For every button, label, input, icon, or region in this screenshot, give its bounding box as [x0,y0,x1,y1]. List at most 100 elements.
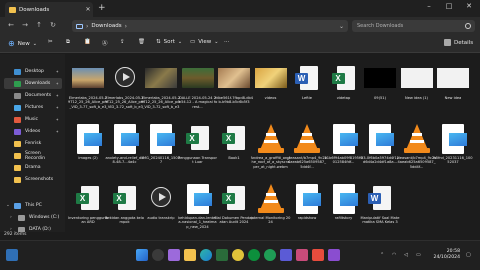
spotify-icon[interactable] [248,249,260,261]
sidebar-item-label: Screen Recordin [24,150,46,161]
file-item[interactable]: anxiety-and-relief_db8-48-7...4a4c [105,120,145,182]
image-thumbnail [332,184,358,214]
maximize-button[interactable]: □ [442,2,456,10]
refresh-icon[interactable]: ↻ [48,21,58,29]
new-tab-button[interactable]: + [98,3,106,13]
search-box[interactable]: Search Downloads [352,20,475,32]
sidebar-item-drama[interactable]: Drama [4,162,62,173]
app-icon[interactable] [312,249,324,261]
chevron-right-icon[interactable]: › [10,215,12,220]
monitor-icon [76,23,83,29]
store-icon[interactable] [216,249,228,261]
file-item[interactable]: pleasant/b7mp4_9c2b4aeab625a6509587_5dd4… [287,120,327,182]
tab-downloads[interactable]: Downloads ✕ [5,2,93,17]
back-icon[interactable]: ← [6,21,16,29]
file-explorer-icon[interactable] [184,249,196,261]
cut-icon[interactable]: ✂ [48,39,53,45]
excel-thumbnail: X [109,184,141,214]
clock[interactable]: 20:58 24/10/2024 [434,249,460,261]
sidebar-item-label: Drama [25,165,41,170]
sort-icon: ⇅ [156,39,161,45]
sidebar-item-desktop[interactable]: Desktop ✦ [4,66,62,77]
whatsapp-icon[interactable] [264,249,276,261]
share-icon[interactable]: ⇪ [120,39,125,45]
file-item[interactable]: W Leftie [287,60,327,122]
sidebar-item-downloads[interactable]: Downloads ✦ [4,78,62,89]
app-icon[interactable] [280,249,292,261]
task-view-icon[interactable] [168,249,180,261]
app-icon[interactable] [328,249,340,261]
file-name: Leftie [302,96,312,100]
app-icon[interactable] [296,249,308,261]
sidebar-item-music[interactable]: Music ✦ [4,114,62,125]
command-bar: ⊕ New ⌄ ✂ ⧉ 📋 Ⓐ ⇪ 🗑 ⇅ Sort ⌄ ▭ View ⌄ ··… [0,35,480,53]
file-name: Elmerlabs_2024-05-29T12_25_26_Alice_pre_… [68,96,108,109]
file-item[interactable]: videos [251,60,291,122]
more-options-button[interactable]: ··· [224,39,229,45]
file-item[interactable]: Elmerlabs_2024-05-29T12_25_26_Alice_pre_… [105,60,145,122]
file-name: IMG_20240116_15037 [142,156,180,165]
file-item[interactable]: images (2) [68,120,108,182]
file-item[interactable]: 03-0f6b0a5974d4f12d6d4a2d4df1a8a... [360,120,400,182]
file-name: Rekidan anggota kelompok [105,216,144,225]
pictures-icon [14,104,21,111]
file-item[interactable]: Xvidetap [324,60,364,122]
file-item[interactable]: 09(51) [360,60,400,122]
notification-icon[interactable]: ▢ [466,252,471,258]
volume-icon[interactable]: ◁ [404,252,408,258]
chevron-up-icon[interactable]: ⌃ [380,252,384,258]
chevron-down-icon[interactable]: ⌄ [6,203,10,208]
wifi-icon[interactable]: ◠ [392,252,396,258]
search-taskbar-icon[interactable] [152,249,164,261]
start-icon[interactable] [136,249,148,261]
sidebar-item-this-pc[interactable]: ⌄ This PC [4,200,62,211]
minimize-button[interactable]: – [422,2,436,10]
sidebar-item-fenrisk[interactable]: Fenrisk [4,138,62,149]
sidebar-item-windows-c[interactable]: › Windows (C:) [4,212,62,223]
sidebar-item-screenshots[interactable]: Screenshots [4,174,62,185]
sidebar-item-screen-recording[interactable]: Screen Recordin [4,150,62,161]
details-button[interactable]: Details [444,39,473,46]
chrome-icon[interactable] [232,249,244,261]
widgets-icon[interactable] [6,249,18,261]
file-item[interactable]: pleasant/b7mp4_9c2b4aeab625a6509587_5dd4… [397,120,437,182]
file-item[interactable]: Elmerlabs_2024-05-29T12_25_26_Alice_pre_… [141,60,181,122]
address-bar[interactable]: › Downloads › ⌄ [72,20,348,32]
sidebar-item-documents[interactable]: Documents ✦ [4,90,62,101]
search-input[interactable]: Search Downloads [357,23,403,29]
file-item[interactable]: X Penggunaan Transport Luar [178,120,218,182]
forward-icon[interactable]: → [20,21,30,29]
film3-thumbnail [218,68,250,88]
excel-thumbnail: X [182,124,214,154]
chevron-down-icon[interactable]: ⌄ [339,23,344,30]
close-window-button[interactable]: ✕ [462,2,476,10]
rename-icon[interactable]: Ⓐ [102,39,108,47]
copy-icon[interactable]: ⧉ [66,39,70,46]
file-name: Elmerlabs_2024-05-29T12_25_26_Alice_pre_… [141,96,181,109]
file-item[interactable]: 21b6f94ab09f8195f0012584fdf... [324,120,364,182]
sort-button[interactable]: ⇅ Sort ⌄ [156,39,182,45]
file-item[interactable]: IMG_20240116_15037 [141,120,181,182]
file-item[interactable]: X Book1 [214,120,254,182]
sidebar-item-videos[interactable]: Videos ✦ [4,126,62,137]
image-thumbnail [113,124,139,154]
excel-thumbnail: X [218,124,250,154]
battery-icon[interactable]: ▭ [416,252,421,258]
new-button[interactable]: ⊕ New ⌄ [8,39,37,48]
file-item[interactable]: New idea [433,60,473,122]
file-item[interactable]: Andrea_a_graffiti_on_the_roof_of_a_skysc… [251,120,291,182]
delete-icon[interactable]: 🗑 [138,39,145,45]
view-button[interactable]: ▭ View ⌄ [190,39,218,45]
edge-icon[interactable] [200,249,212,261]
sidebar-item-pictures[interactable]: Pictures ✦ [4,102,62,113]
file-item[interactable]: fdbe561f-7fbpd8-db4b-b9b8-b5c6b5f3 [214,60,254,122]
file-item[interactable]: h5fnd_20231116_10052037 [433,120,473,182]
up-icon[interactable]: ↑ [34,21,44,29]
paste-icon[interactable]: 📋 [84,39,91,45]
file-item[interactable]: Elmerlabs_2024-05-29T12_25_26_Alice_pre_… [68,60,108,122]
file-item[interactable]: New idea (1) [397,60,437,122]
breadcrumb-downloads[interactable]: Downloads [91,23,121,29]
close-tab-icon[interactable]: ✕ [83,6,93,13]
excel-thumbnail: X [218,184,250,214]
file-item[interactable]: DALLE 2024-05-24 20.54.12 - A magical fo… [178,60,218,122]
